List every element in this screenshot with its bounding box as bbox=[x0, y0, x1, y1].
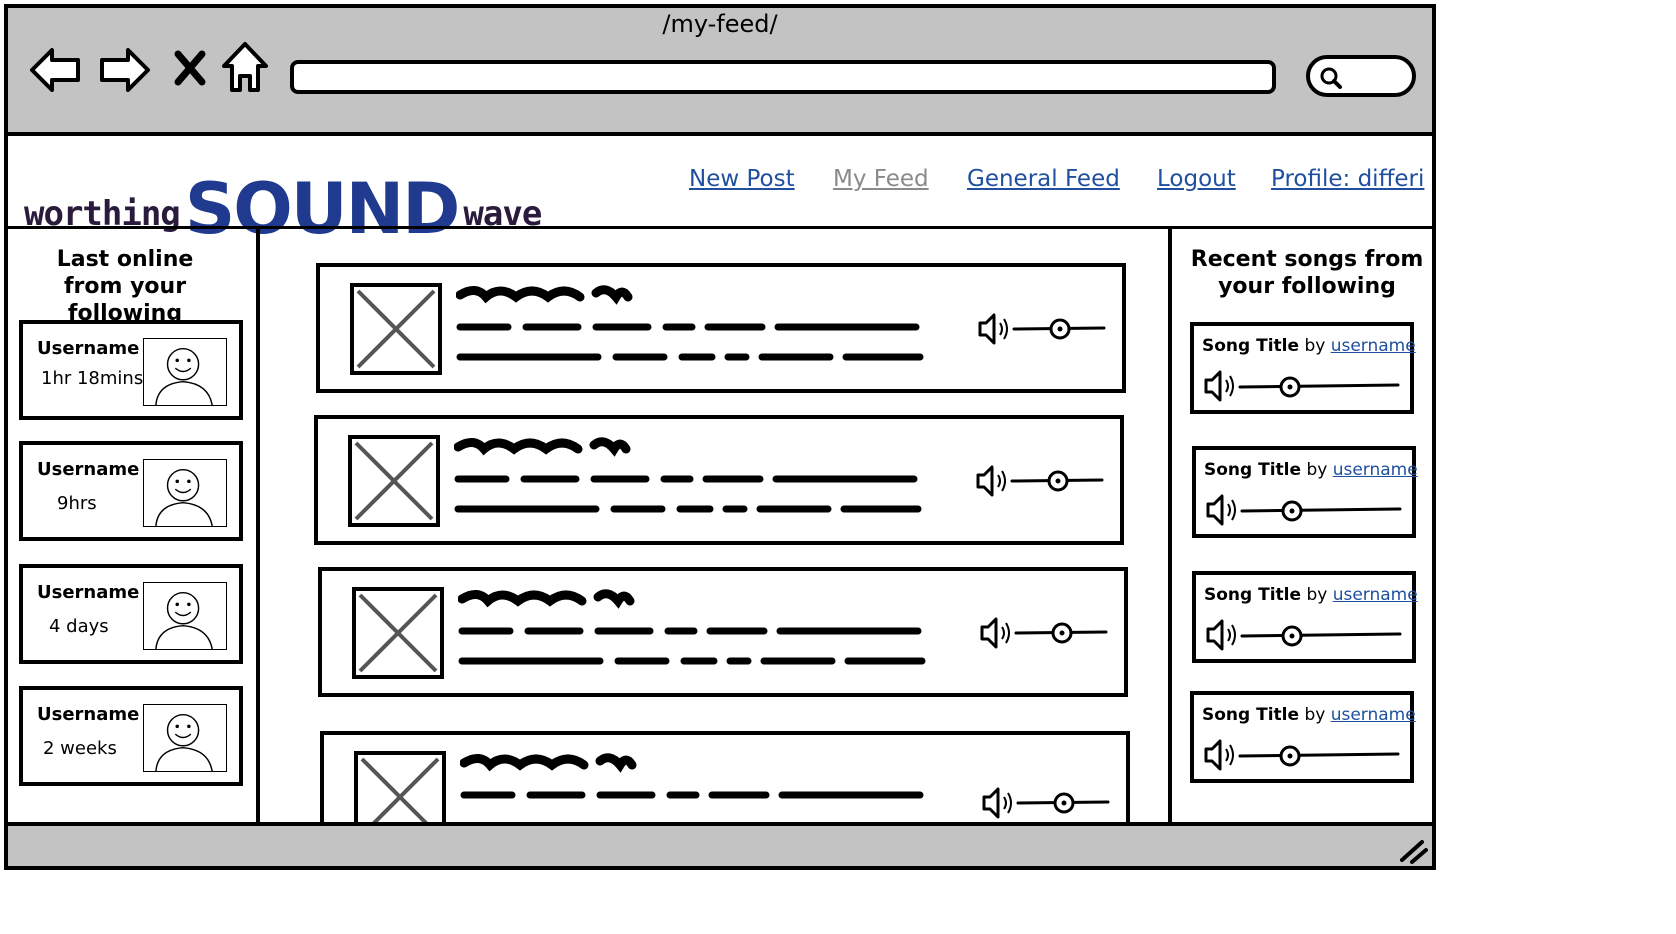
audio-player[interactable] bbox=[1202, 368, 1402, 404]
post-text-scribble bbox=[460, 753, 924, 799]
recent-song-card[interactable]: Song Title by username bbox=[1190, 322, 1416, 414]
feed-post[interactable] bbox=[316, 263, 1126, 393]
song-user-link[interactable]: username bbox=[1333, 460, 1418, 480]
image-placeholder-icon bbox=[354, 751, 446, 822]
song-title[interactable]: Song Title bbox=[1202, 705, 1299, 725]
song-line: Song Title by username bbox=[1204, 585, 1418, 605]
nav-my-feed[interactable]: My Feed bbox=[833, 166, 929, 192]
audio-player[interactable] bbox=[1204, 492, 1404, 528]
song-user-link[interactable]: username bbox=[1331, 336, 1416, 356]
avatar-icon bbox=[143, 704, 227, 772]
audio-player[interactable] bbox=[978, 615, 1114, 651]
song-line: Song Title by username bbox=[1204, 460, 1418, 480]
song-by: by bbox=[1306, 460, 1328, 480]
recent-song-card[interactable]: Song Title by username bbox=[1192, 446, 1418, 538]
following-user-card[interactable]: Username 9hrs bbox=[19, 441, 243, 541]
song-title[interactable]: Song Title bbox=[1202, 336, 1299, 356]
last-online-time: 4 days bbox=[49, 616, 109, 637]
following-user-card[interactable]: Username 1hr 18mins bbox=[19, 320, 243, 420]
audio-player[interactable] bbox=[980, 785, 1116, 821]
right-column-divider bbox=[1168, 229, 1172, 822]
close-icon[interactable] bbox=[172, 48, 208, 88]
search-icon bbox=[1320, 67, 1342, 89]
feed-post[interactable] bbox=[320, 731, 1130, 822]
user-name: Username bbox=[37, 338, 140, 359]
song-user-link[interactable]: username bbox=[1333, 585, 1418, 605]
song-user-link[interactable]: username bbox=[1331, 705, 1416, 725]
user-name: Username bbox=[37, 459, 140, 480]
nav-profile[interactable]: Profile: differi bbox=[1271, 166, 1424, 192]
feed-list[interactable] bbox=[260, 229, 1168, 822]
image-placeholder-icon bbox=[352, 587, 444, 679]
home-icon[interactable] bbox=[220, 40, 270, 94]
song-title[interactable]: Song Title bbox=[1204, 585, 1301, 605]
resize-grip-icon[interactable] bbox=[1398, 836, 1430, 864]
song-by: by bbox=[1304, 705, 1326, 725]
address-bar[interactable] bbox=[290, 60, 1276, 94]
feed-post[interactable] bbox=[314, 415, 1124, 545]
avatar-icon bbox=[143, 582, 227, 650]
audio-player[interactable] bbox=[974, 463, 1110, 499]
feed-post[interactable] bbox=[318, 567, 1128, 697]
song-line: Song Title by username bbox=[1202, 705, 1416, 725]
post-text-scribble bbox=[454, 437, 922, 513]
right-panel-title: Recent songs from your following bbox=[1190, 247, 1424, 299]
song-by: by bbox=[1304, 336, 1326, 356]
image-placeholder-icon bbox=[348, 435, 440, 527]
post-text-scribble bbox=[458, 589, 926, 665]
user-name: Username bbox=[37, 582, 140, 603]
left-panel-title: Last online from your following bbox=[56, 247, 194, 326]
address-title: /my-feed/ bbox=[662, 10, 778, 38]
post-text-scribble bbox=[456, 285, 924, 361]
avatar-icon bbox=[143, 338, 227, 406]
nav-general-feed[interactable]: General Feed bbox=[967, 166, 1120, 192]
audio-player[interactable] bbox=[1204, 617, 1404, 653]
recent-song-card[interactable]: Song Title by username bbox=[1192, 571, 1418, 663]
song-title[interactable]: Song Title bbox=[1204, 460, 1301, 480]
audio-player[interactable] bbox=[976, 311, 1112, 347]
last-online-time: 1hr 18mins bbox=[41, 368, 144, 389]
nav-new-post[interactable]: New Post bbox=[689, 166, 795, 192]
recent-song-card[interactable]: Song Title by username bbox=[1190, 691, 1416, 783]
back-arrow-icon[interactable] bbox=[28, 42, 84, 98]
user-name: Username bbox=[37, 704, 140, 725]
image-placeholder-icon bbox=[350, 283, 442, 375]
audio-player[interactable] bbox=[1202, 737, 1402, 773]
last-online-time: 9hrs bbox=[57, 493, 97, 514]
last-online-time: 2 weeks bbox=[43, 738, 117, 759]
avatar-icon bbox=[143, 459, 227, 527]
forward-arrow-icon[interactable] bbox=[96, 42, 152, 98]
song-line: Song Title by username bbox=[1202, 336, 1416, 356]
following-user-card[interactable]: Username 2 weeks bbox=[19, 686, 243, 786]
following-user-card[interactable]: Username 4 days bbox=[19, 564, 243, 664]
song-by: by bbox=[1306, 585, 1328, 605]
status-bar bbox=[8, 822, 1432, 866]
search-button[interactable] bbox=[1306, 55, 1416, 97]
nav-logout[interactable]: Logout bbox=[1157, 166, 1236, 192]
